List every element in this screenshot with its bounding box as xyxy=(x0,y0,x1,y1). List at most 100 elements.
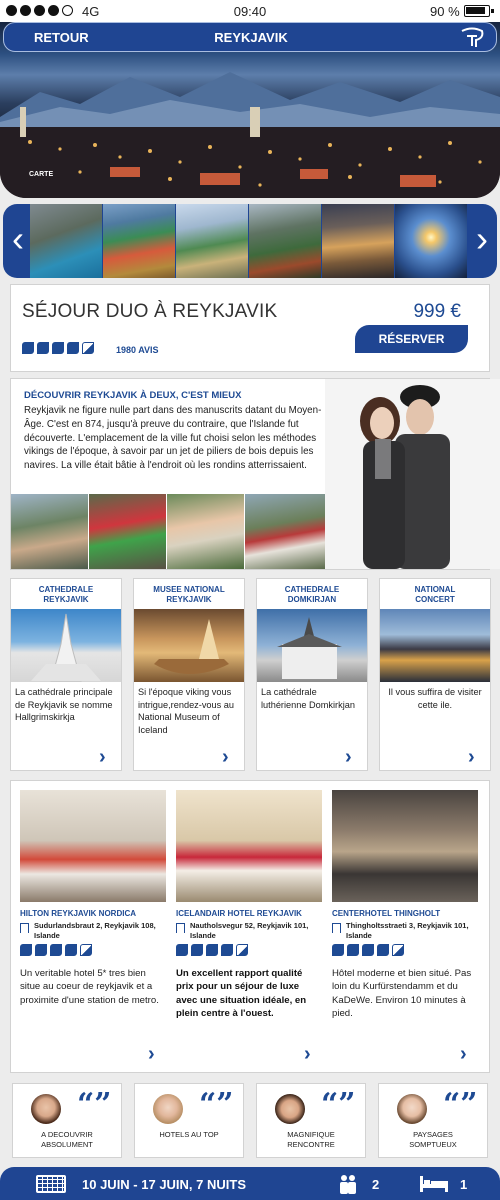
star-icon xyxy=(65,944,77,956)
hotels-section: HILTON REYKJAVIK NORDICA Sudurlandsbraut… xyxy=(10,780,490,1073)
attraction-description: Si l'époque viking vous intrigue,rendez-… xyxy=(138,687,235,735)
star-icon xyxy=(176,944,188,956)
half-star-icon xyxy=(82,342,94,354)
couple-fashion-image xyxy=(325,379,500,569)
half-star-icon xyxy=(236,944,248,956)
town-lights-illustration xyxy=(0,107,500,198)
attraction-title: MUSEE NATIONAL REYKJAVIK xyxy=(153,585,225,604)
quote-icon: “” xyxy=(77,1087,112,1122)
bed-icon[interactable] xyxy=(420,1176,448,1192)
quote-icon: “” xyxy=(443,1087,478,1122)
attraction-card[interactable]: CATHEDRALE REYKJAVIK La cathédrale princ… xyxy=(10,578,122,771)
back-button[interactable]: RETOUR xyxy=(34,30,89,45)
brand-logo-icon[interactable] xyxy=(459,26,485,50)
testimonial-card[interactable]: “” PAYSAGES SOMPTUEUX xyxy=(378,1083,488,1158)
discover-section: DÉCOUVRIR REYKJAVIK À DEUX, C'EST MIEUX … xyxy=(10,378,500,570)
avatar xyxy=(397,1094,427,1124)
chevron-right-icon[interactable]: › xyxy=(99,747,106,767)
gallery-thumb-colorful-hills[interactable] xyxy=(103,204,175,278)
half-star-icon xyxy=(392,944,404,956)
chevron-right-icon[interactable]: › xyxy=(148,1044,155,1064)
discover-text: Reykjavik ne figure nulle part dans des … xyxy=(24,405,322,472)
status-bar: 4G 09:40 90 % xyxy=(0,0,500,22)
testimonial-label: PAYSAGES SOMPTUEUX xyxy=(409,1130,457,1149)
testimonial-label: A DECOUVRIR ABSOLUMENT xyxy=(41,1130,93,1149)
chevron-right-icon[interactable]: › xyxy=(460,1044,467,1064)
star-icon xyxy=(22,342,34,354)
hotel-address-text: Sudurlandsbraut 2, Reykjavik 108, Island… xyxy=(34,921,156,940)
star-icon xyxy=(37,342,49,354)
hotel-description: Hôtel moderne et bien situé. Pas loin du… xyxy=(332,968,472,1020)
hotel-image[interactable] xyxy=(332,790,478,902)
chevron-right-icon[interactable]: › xyxy=(345,747,352,767)
travelers-icon[interactable] xyxy=(338,1174,358,1194)
gallery-thumb-coast-sunset[interactable] xyxy=(395,204,467,278)
half-star-icon xyxy=(80,944,92,956)
avatar xyxy=(275,1094,305,1124)
couple-photo-1 xyxy=(11,494,88,569)
avatar xyxy=(153,1094,183,1124)
hotel-name[interactable]: CENTERHOTEL THINGHOLT xyxy=(332,909,440,918)
star-icon xyxy=(206,944,218,956)
reserve-button[interactable]: RÉSERVER xyxy=(355,325,468,353)
review-count[interactable]: 1980 AVIS xyxy=(116,345,159,355)
attraction-title: NATIONAL CONCERT xyxy=(414,585,456,604)
testimonial-card[interactable]: “” MAGNIFIQUE RENCONTRE xyxy=(256,1083,366,1158)
star-icon xyxy=(67,342,79,354)
discover-heading: DÉCOUVRIR REYKJAVIK À DEUX, C'EST MIEUX xyxy=(24,390,242,401)
attraction-title: CATHEDRALE REYKJAVIK xyxy=(38,585,94,604)
couple-photo-2 xyxy=(89,494,166,569)
hotel-address-text: Nautholsvegur 52, Reykjavik 101, Islande xyxy=(190,921,309,940)
star-icon xyxy=(50,944,62,956)
attraction-image xyxy=(134,609,244,682)
booking-card: SÉJOUR DUO À REYKJAVIK 999 € 1980 AVIS R… xyxy=(10,284,490,372)
star-icon xyxy=(362,944,374,956)
hotel-name[interactable]: HILTON REYKJAVIK NORDICA xyxy=(20,909,136,918)
hotel-image[interactable] xyxy=(20,790,166,902)
calendar-icon[interactable] xyxy=(36,1175,66,1193)
hotel-address-text: Thingholtsstraeti 3, Reykjavik 101, Isla… xyxy=(346,921,469,940)
hotel-name[interactable]: ICELANDAIR HOTEL REYKJAVIK xyxy=(176,909,302,918)
gallery-thumb-waterfall[interactable] xyxy=(30,204,102,278)
attraction-description: La cathédrale principale de Reykjavik se… xyxy=(15,687,113,723)
chevron-left-icon[interactable]: ‹ xyxy=(7,219,29,263)
traveler-count: 2 xyxy=(372,1177,380,1192)
map-link[interactable]: CARTE xyxy=(29,171,53,178)
trip-dates[interactable]: 10 JUIN - 17 JUIN, 7 NUITS xyxy=(82,1177,246,1192)
quote-icon: “” xyxy=(321,1087,356,1122)
star-icon xyxy=(377,944,389,956)
star-icon xyxy=(20,944,32,956)
hotel-rating xyxy=(176,944,248,956)
star-icon xyxy=(332,944,344,956)
hotel-image[interactable] xyxy=(176,790,322,902)
attraction-card[interactable]: MUSEE NATIONAL REYKJAVIK Si l'époque vik… xyxy=(133,578,245,771)
chevron-right-icon[interactable]: › xyxy=(471,219,493,263)
hotel-description: Un excellent rapport qualité prix pour u… xyxy=(176,968,307,1020)
chevron-right-icon[interactable]: › xyxy=(222,747,229,767)
star-icon xyxy=(35,944,47,956)
gallery-thumb-valley[interactable] xyxy=(176,204,248,278)
attraction-image xyxy=(380,609,490,682)
photo-gallery: ‹ › xyxy=(3,204,497,278)
star-icon xyxy=(347,944,359,956)
attraction-card[interactable]: CATHEDRALE DOMKIRJAN La cathédrale luthé… xyxy=(256,578,368,771)
testimonial-card[interactable]: “” HOTELS AU TOP xyxy=(134,1083,244,1158)
chevron-right-icon[interactable]: › xyxy=(468,747,475,767)
avatar xyxy=(31,1094,61,1124)
battery-level: 90 % xyxy=(430,4,460,19)
offer-title: SÉJOUR DUO À REYKJAVIK xyxy=(22,301,278,322)
hotel-address: Sudurlandsbraut 2, Reykjavik 108, Island… xyxy=(20,921,166,941)
star-icon xyxy=(221,944,233,956)
trip-summary-bar: 10 JUIN - 17 JUIN, 7 NUITS 2 1 xyxy=(0,1167,500,1200)
testimonial-card[interactable]: “” A DECOUVRIR ABSOLUMENT xyxy=(12,1083,122,1158)
top-navigation-bar: RETOUR REYKJAVIK xyxy=(3,22,497,52)
testimonial-label: MAGNIFIQUE RENCONTRE xyxy=(287,1130,335,1149)
map-pin-icon xyxy=(176,923,185,933)
gallery-thumb-turf-house[interactable] xyxy=(249,204,321,278)
room-count: 1 xyxy=(460,1177,468,1192)
attraction-card[interactable]: NATIONAL CONCERT Il vous suffira de visi… xyxy=(379,578,491,771)
map-pin-icon xyxy=(20,923,29,933)
attraction-image xyxy=(11,609,121,682)
chevron-right-icon[interactable]: › xyxy=(304,1044,311,1064)
gallery-thumb-sunset-mountain[interactable] xyxy=(322,204,394,278)
